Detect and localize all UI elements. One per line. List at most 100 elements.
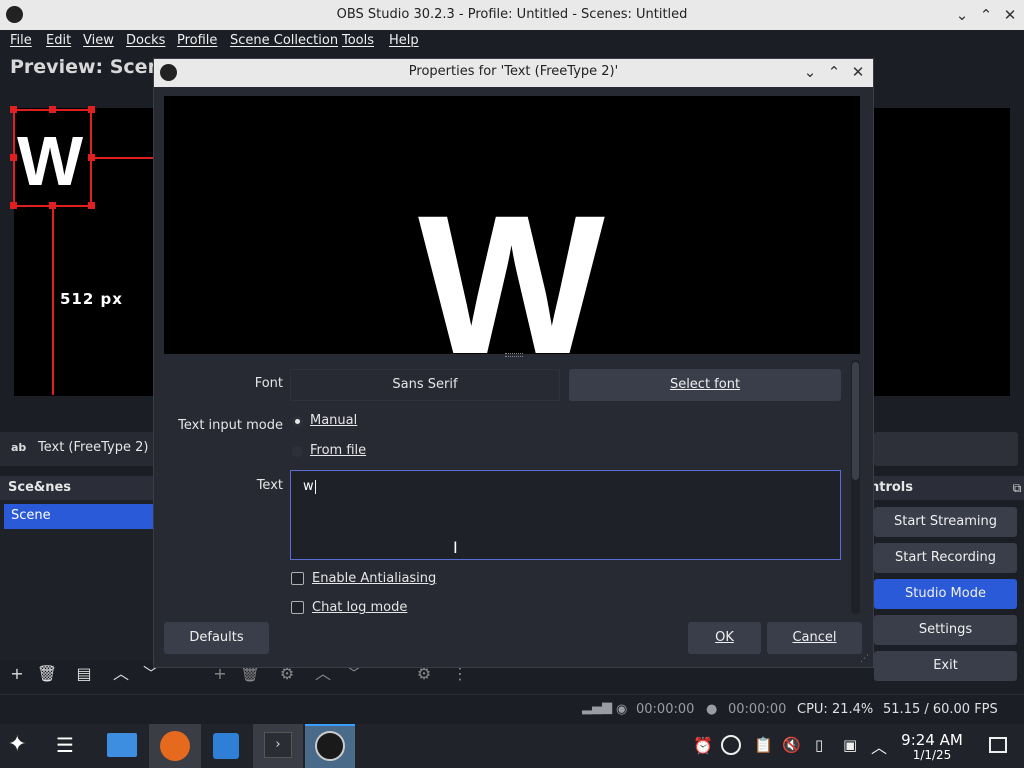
dialog-minimize-icon[interactable]: ⌄ [800,62,820,82]
controls-dock-title: ntrols [870,480,914,495]
notifications-icon[interactable]: ⏰ [693,736,713,755]
dialog-maximize-icon[interactable]: ⌃ [824,62,844,82]
app-launcher-icon[interactable]: ✦ [8,732,26,757]
resize-handle[interactable] [88,202,95,209]
clipboard-icon[interactable]: 📋 [754,736,773,754]
text-label: Text [256,478,283,493]
tray-expand-icon[interactable]: ︿ [871,734,887,758]
clock-date[interactable]: 1/1/25 [896,748,968,762]
menu-tools[interactable]: Tools [342,33,374,48]
menu-profile[interactable]: Profile [177,33,217,48]
stream-timer: 00:00:00 [636,702,695,717]
preview-label: Preview: Scene [10,56,174,78]
distance-label: 512 px [60,290,123,308]
chat-log-mode-label-text: Chat log mode [312,600,408,615]
battery-icon[interactable]: ▯ [815,736,823,754]
maximize-icon[interactable]: ⌃ [976,5,996,25]
menu-help[interactable]: Help [389,33,419,48]
resize-handle[interactable] [10,154,17,161]
preview-text-source[interactable]: W [17,126,83,196]
firefox-icon[interactable] [160,731,190,761]
text-source-icon: ab [11,441,27,454]
scene-filters-icon[interactable]: ▤ [72,662,96,686]
resize-handle[interactable] [88,106,95,113]
dialog-title: Properties for 'Text (FreeType 2)' [408,64,619,79]
font-label: Font [254,376,283,391]
antialiasing-checkbox-label[interactable]: Enable Antialiasing [312,571,436,586]
antialiasing-checkbox[interactable] [291,572,304,585]
record-timer: 00:00:00 [728,702,787,717]
resize-handle[interactable] [49,106,56,113]
text-input-area[interactable]: w [290,470,841,560]
store-icon[interactable] [213,733,239,759]
guide-line-vertical [52,207,54,395]
cpu-usage: CPU: 21.4% [797,702,874,717]
source-toolbar-right [874,432,1018,466]
menu-docks[interactable]: Docks [126,33,165,48]
resize-grip-icon[interactable]: ⋰ [860,654,869,664]
from-file-label-text: From file [310,443,367,458]
network-icon[interactable]: ▣ [843,736,857,754]
preview-canvas-right[interactable] [872,108,1010,396]
resize-handle[interactable] [10,106,17,113]
start-recording-button[interactable]: Start Recording [874,543,1017,573]
chat-log-mode-checkbox[interactable] [291,601,304,614]
ibeam-cursor-icon: I [453,538,458,557]
text-value: w [303,479,314,494]
resize-handle[interactable] [88,154,95,161]
system-settings-icon[interactable]: ☰ [56,733,74,757]
resize-handle[interactable] [49,202,56,209]
menubar: File Edit View Docks Profile Scene Colle… [0,30,1024,52]
clock-time[interactable]: 9:24 AM [896,731,968,749]
manual-radio-label[interactable]: Manual [310,413,357,428]
antialiasing-label-text: Enable Antialiasing [312,571,437,586]
defaults-button[interactable]: Defaults [164,622,269,654]
resize-handle[interactable] [10,202,17,209]
splitter-handle[interactable] [505,353,523,357]
menu-scene-collection[interactable]: Scene Collection [230,33,338,48]
selected-source-name: Text (FreeType 2) [38,440,149,455]
select-font-button[interactable]: Select font [569,369,841,401]
dialog-close-icon[interactable]: ✕ [848,62,868,82]
guide-line-horizontal [92,157,154,159]
window-titlebar: OBS Studio 30.2.3 - Profile: Untitled - … [0,0,1024,30]
record-status-icon: ● [706,702,718,717]
volume-muted-icon[interactable]: 🔇 [782,736,801,754]
from-file-radio-label[interactable]: From file [310,443,366,458]
manual-radio[interactable] [292,416,303,427]
file-manager-icon[interactable] [107,733,137,757]
window-title: OBS Studio 30.2.3 - Profile: Untitled - … [336,7,688,22]
stream-status-icon: ◉ [616,702,628,717]
scenes-dock-title: Sce&nes [8,480,72,495]
font-name-display: Sans Serif [290,369,560,401]
ok-button[interactable]: OK [688,622,761,654]
minimize-icon[interactable]: ⌄ [952,5,972,25]
undock-icon[interactable]: ⧉ [1005,476,1024,500]
scene-list-item[interactable]: Scene [4,504,154,529]
cancel-label: Cancel [792,630,837,645]
obs-tray-icon[interactable] [721,735,741,755]
obs-taskbar-icon[interactable] [315,731,345,761]
add-scene-icon[interactable]: + [5,662,29,686]
studio-mode-button[interactable]: Studio Mode [874,579,1017,609]
move-up-icon[interactable]: ︿ [109,662,133,686]
select-font-label: Select font [669,377,741,392]
network-signal-icon: ▂▄▆ [582,700,612,715]
menu-file[interactable]: File [10,33,32,48]
terminal-icon[interactable]: › [264,732,292,758]
menu-edit[interactable]: Edit [46,33,71,48]
menu-view[interactable]: View [83,33,114,48]
settings-button[interactable]: Settings [874,615,1017,645]
remove-scene-icon[interactable]: 🗑 [35,662,59,686]
show-desktop-icon[interactable] [989,737,1007,753]
cancel-button[interactable]: Cancel [767,622,862,654]
ok-label: OK [715,630,734,645]
text-caret [314,479,316,494]
exit-button[interactable]: Exit [874,651,1017,681]
from-file-radio[interactable] [292,446,303,457]
text-input-mode-label: Text input mode [178,418,283,433]
start-streaming-button[interactable]: Start Streaming [874,507,1017,537]
chat-log-mode-checkbox-label[interactable]: Chat log mode [312,600,407,615]
close-icon[interactable]: ✕ [1000,5,1020,25]
dialog-scrollbar-thumb[interactable] [852,362,859,480]
